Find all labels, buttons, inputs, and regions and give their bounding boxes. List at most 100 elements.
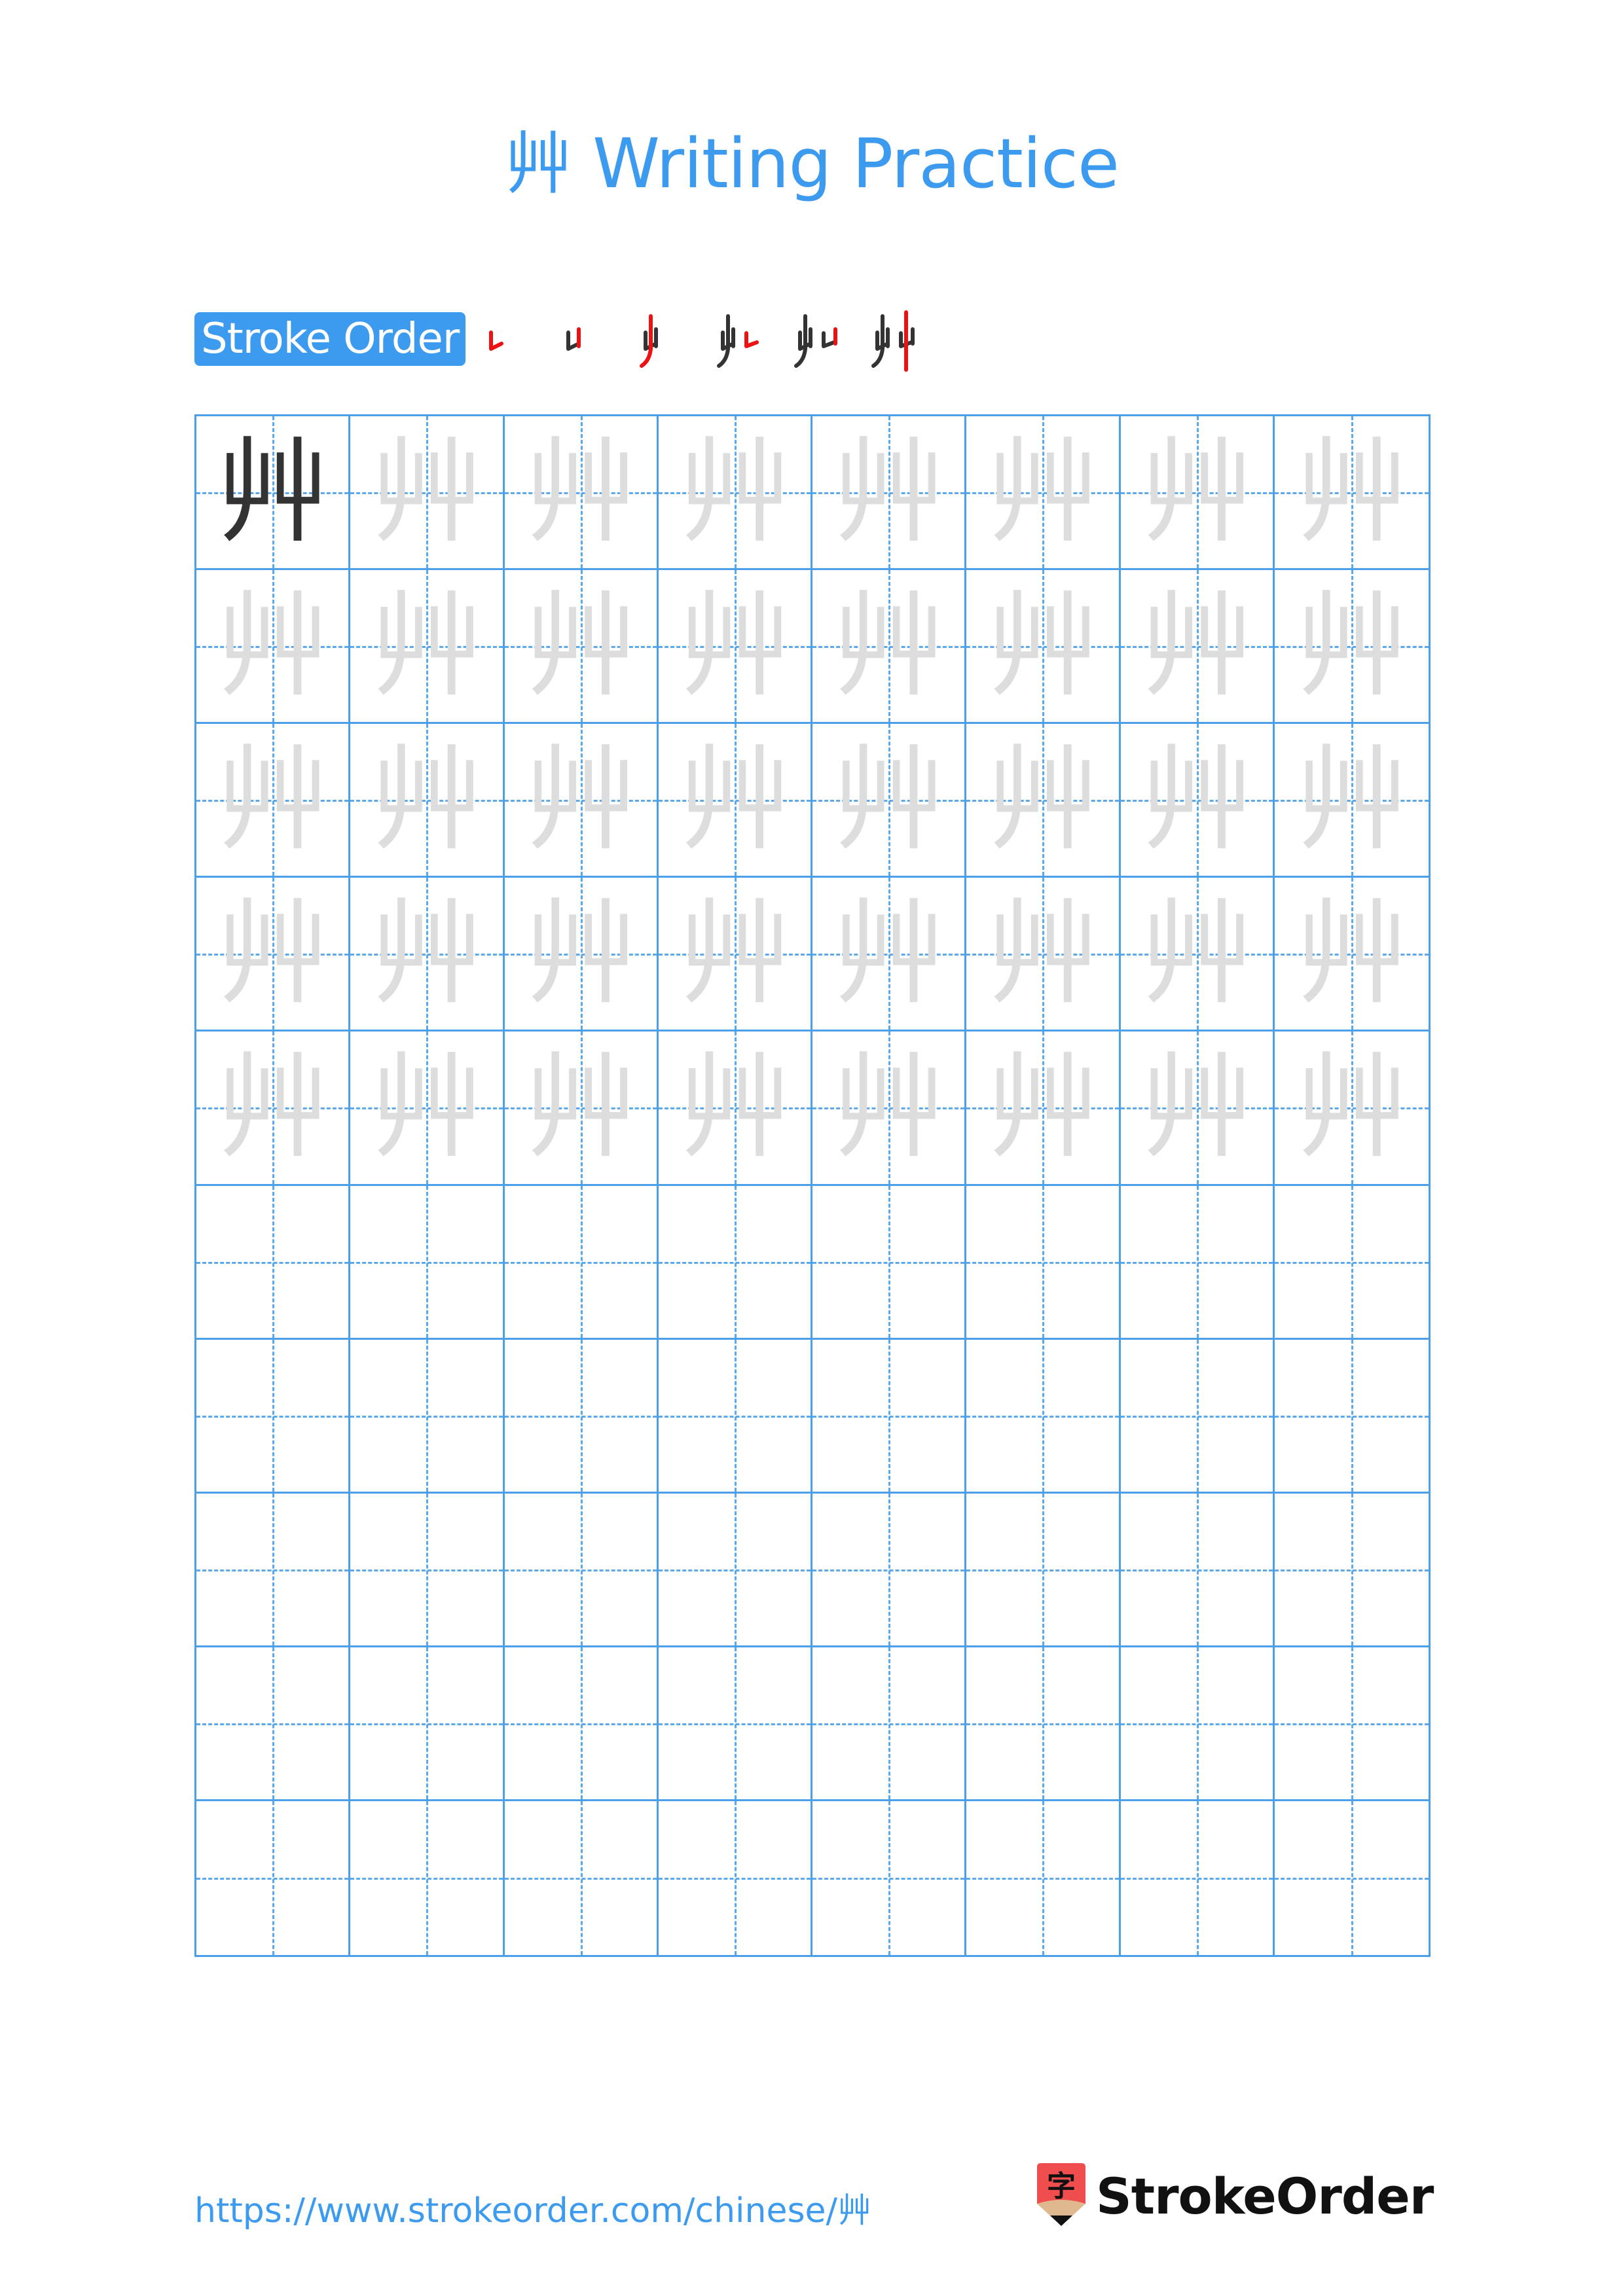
practice-cell[interactable] xyxy=(350,1801,505,1955)
practice-cell[interactable]: 艸 xyxy=(350,724,505,878)
practice-cell[interactable] xyxy=(350,1339,505,1494)
trace-character: 艸 xyxy=(831,579,946,713)
practice-cell[interactable] xyxy=(504,1647,659,1801)
practice-cell[interactable]: 艸 xyxy=(1274,416,1429,571)
practice-cell[interactable]: 艸 xyxy=(658,1031,812,1186)
guide-line-vertical xyxy=(426,1493,429,1645)
practice-cell[interactable]: 艸 xyxy=(504,416,659,571)
practice-cell[interactable] xyxy=(812,1801,967,1955)
practice-cell[interactable] xyxy=(966,1339,1121,1494)
practice-cell[interactable] xyxy=(504,1185,659,1340)
practice-cell[interactable]: 艸 xyxy=(1274,1031,1429,1186)
footer-url-link[interactable]: https://www.strokeorder.com/chinese/艸 xyxy=(194,2183,871,2232)
practice-cell[interactable] xyxy=(196,1493,351,1647)
practice-cell[interactable]: 艸 xyxy=(966,570,1121,725)
practice-cell[interactable] xyxy=(196,1801,351,1955)
practice-cell[interactable]: 艸 xyxy=(196,416,351,571)
trace-character: 艸 xyxy=(677,579,792,713)
guide-line-vertical xyxy=(888,1647,891,1799)
practice-cell[interactable]: 艸 xyxy=(196,878,351,1032)
guide-line-vertical xyxy=(272,1801,275,1955)
practice-cell[interactable] xyxy=(1274,1185,1429,1340)
practice-cell[interactable]: 艸 xyxy=(658,570,812,725)
practice-cell[interactable] xyxy=(196,1339,351,1494)
practice-cell[interactable]: 艸 xyxy=(196,724,351,878)
practice-cell[interactable]: 艸 xyxy=(196,1031,351,1186)
trace-character: 艸 xyxy=(1294,887,1409,1020)
practice-cell[interactable]: 艸 xyxy=(658,724,812,878)
practice-cell[interactable] xyxy=(812,1647,967,1801)
practice-cell[interactable] xyxy=(1274,1339,1429,1494)
guide-line-vertical xyxy=(1351,1801,1354,1955)
practice-cell[interactable]: 艸 xyxy=(504,570,659,725)
practice-cell[interactable] xyxy=(196,1647,351,1801)
guide-line-vertical xyxy=(272,1185,275,1338)
practice-cell[interactable]: 艸 xyxy=(812,878,967,1032)
practice-cell[interactable] xyxy=(1274,1493,1429,1647)
practice-cell[interactable]: 艸 xyxy=(966,1031,1121,1186)
practice-cell[interactable]: 艸 xyxy=(504,724,659,878)
practice-cell[interactable] xyxy=(1120,1801,1275,1955)
practice-cell[interactable] xyxy=(966,1185,1121,1340)
practice-cell[interactable] xyxy=(658,1647,812,1801)
practice-cell[interactable]: 艸 xyxy=(1274,724,1429,878)
practice-cell[interactable]: 艸 xyxy=(350,1031,505,1186)
practice-cell[interactable] xyxy=(350,1185,505,1340)
pencil-logo-icon: 字 xyxy=(1033,2163,1089,2229)
practice-cell[interactable]: 艸 xyxy=(966,724,1121,878)
trace-character: 艸 xyxy=(985,1041,1100,1174)
practice-cell[interactable] xyxy=(504,1493,659,1647)
practice-cell[interactable]: 艸 xyxy=(1120,724,1275,878)
practice-cell[interactable] xyxy=(1120,1493,1275,1647)
practice-cell[interactable] xyxy=(504,1801,659,1955)
practice-cell[interactable] xyxy=(966,1493,1121,1647)
practice-cell[interactable]: 艸 xyxy=(812,570,967,725)
practice-cell[interactable]: 艸 xyxy=(812,416,967,571)
practice-cell[interactable]: 艸 xyxy=(966,878,1121,1032)
practice-cell[interactable]: 艸 xyxy=(350,570,505,725)
practice-cell[interactable] xyxy=(658,1493,812,1647)
practice-cell[interactable]: 艸 xyxy=(658,878,812,1032)
practice-cell[interactable] xyxy=(350,1647,505,1801)
svg-text:字: 字 xyxy=(1047,2170,1076,2203)
practice-cell[interactable]: 艸 xyxy=(1120,878,1275,1032)
practice-cell[interactable]: 艸 xyxy=(350,878,505,1032)
practice-cell[interactable] xyxy=(504,1339,659,1494)
trace-character: 艸 xyxy=(523,1041,638,1174)
practice-cell[interactable] xyxy=(350,1493,505,1647)
practice-cell[interactable] xyxy=(1274,1801,1429,1955)
practice-cell[interactable] xyxy=(1274,1647,1429,1801)
practice-cell[interactable]: 艸 xyxy=(1120,416,1275,571)
practice-cell[interactable] xyxy=(812,1185,967,1340)
guide-line-vertical xyxy=(1196,1493,1199,1645)
guide-line-vertical xyxy=(426,1339,429,1492)
practice-cell[interactable]: 艸 xyxy=(350,416,505,571)
guide-line-vertical xyxy=(272,1647,275,1799)
practice-cell[interactable]: 艸 xyxy=(1120,1031,1275,1186)
practice-cell[interactable]: 艸 xyxy=(966,416,1121,571)
guide-line-vertical xyxy=(1351,1647,1354,1799)
practice-cell[interactable]: 艸 xyxy=(1274,570,1429,725)
practice-cell[interactable] xyxy=(812,1339,967,1494)
practice-cell[interactable] xyxy=(1120,1339,1275,1494)
practice-cell[interactable]: 艸 xyxy=(812,1031,967,1186)
practice-cell[interactable] xyxy=(966,1647,1121,1801)
trace-character: 艸 xyxy=(831,733,946,867)
practice-cell[interactable]: 艸 xyxy=(1120,570,1275,725)
practice-cell[interactable] xyxy=(658,1185,812,1340)
practice-cell[interactable]: 艸 xyxy=(504,878,659,1032)
practice-cell[interactable] xyxy=(812,1493,967,1647)
practice-cell[interactable] xyxy=(1120,1185,1275,1340)
practice-cell[interactable] xyxy=(1120,1647,1275,1801)
practice-cell[interactable] xyxy=(658,1339,812,1494)
practice-cell[interactable]: 艸 xyxy=(196,570,351,725)
practice-cell[interactable]: 艸 xyxy=(504,1031,659,1186)
strokeorder-logo[interactable]: 字 StrokeOrder xyxy=(1033,2163,1434,2229)
practice-cell[interactable]: 艸 xyxy=(658,416,812,571)
guide-line-vertical xyxy=(1042,1647,1045,1799)
practice-cell[interactable] xyxy=(966,1801,1121,1955)
practice-cell[interactable]: 艸 xyxy=(1274,878,1429,1032)
practice-cell[interactable] xyxy=(658,1801,812,1955)
practice-cell[interactable]: 艸 xyxy=(812,724,967,878)
practice-cell[interactable] xyxy=(196,1185,351,1340)
